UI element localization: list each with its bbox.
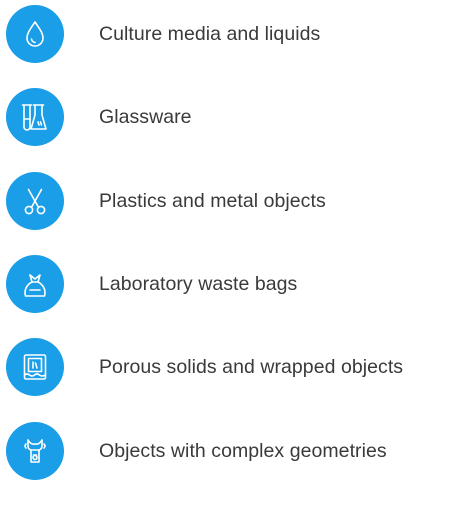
list-item-glassware: Glassware (6, 88, 450, 148)
item-label: Porous solids and wrapped objects (99, 356, 404, 378)
item-label: Plastics and metal objects (99, 190, 326, 212)
waste-bag-icon (6, 255, 64, 313)
list-item-culture-media: Culture media and liquids (6, 5, 450, 65)
item-label: Objects with complex geometries (99, 440, 387, 462)
flask-icon (6, 88, 64, 146)
list-item-porous-wrapped: Porous solids and wrapped objects (6, 338, 450, 398)
wrapped-package-icon (6, 338, 64, 396)
list-item-complex-geometries: Objects with complex geometries (6, 422, 450, 482)
droplet-icon (6, 5, 64, 63)
item-label: Culture media and liquids (99, 23, 321, 45)
list-item-plastics-metal: Plastics and metal objects (6, 172, 450, 232)
category-list: Culture media and liquids Glassware Plas… (0, 0, 450, 507)
list-item-waste-bags: Laboratory waste bags (6, 255, 450, 315)
item-label: Laboratory waste bags (99, 273, 298, 295)
item-label: Glassware (99, 106, 192, 128)
scissors-icon (6, 172, 64, 230)
complex-object-icon (6, 422, 64, 480)
